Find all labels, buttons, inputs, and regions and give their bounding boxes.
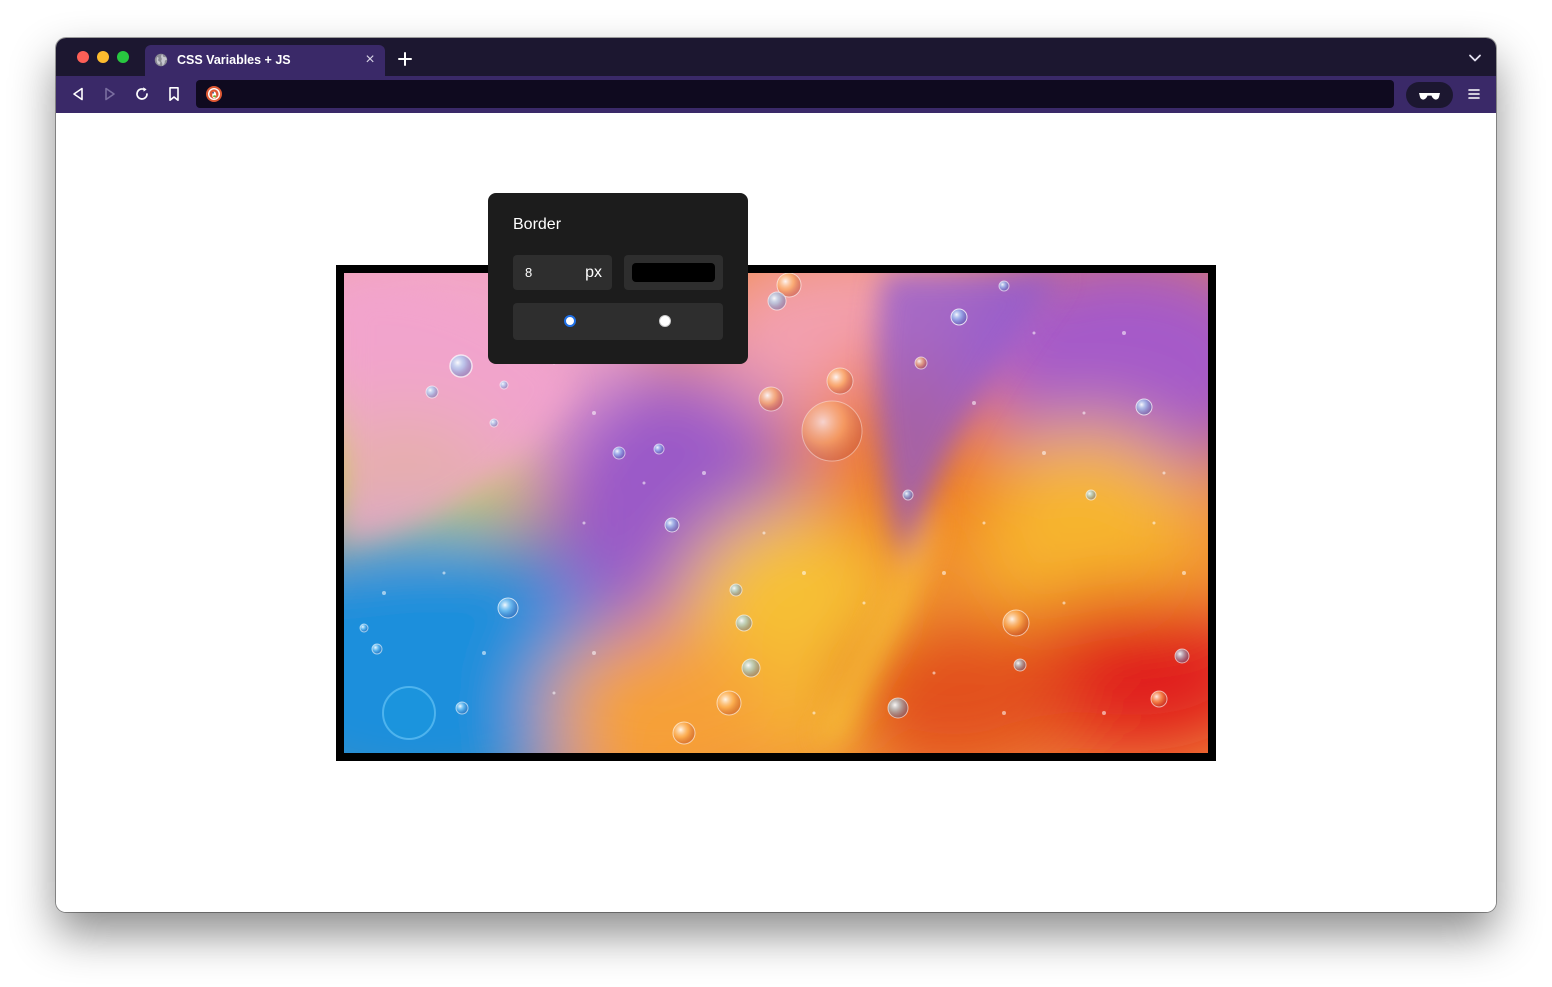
border-width-field: px — [513, 255, 612, 290]
plus-icon[interactable] — [395, 49, 415, 69]
close-tab-button[interactable]: × — [361, 51, 379, 69]
navigation-toolbar — [56, 76, 1496, 113]
extension-button[interactable] — [1406, 82, 1453, 108]
border-style-radio-1[interactable] — [564, 315, 576, 327]
tab-bar: CSS Variables + JS × — [56, 38, 1496, 76]
duckduckgo-icon — [206, 86, 222, 102]
tab-active[interactable]: CSS Variables + JS × — [145, 45, 385, 76]
zoom-window-button[interactable] — [117, 51, 129, 63]
border-style-options — [513, 303, 723, 340]
border-width-unit: px — [585, 264, 602, 281]
address-bar[interactable] — [196, 80, 1394, 108]
glasses-icon — [1419, 93, 1440, 100]
border-width-input[interactable] — [513, 255, 585, 290]
reload-icon[interactable] — [133, 85, 151, 103]
border-color-picker[interactable] — [624, 255, 723, 290]
oil-bubbles-image — [344, 273, 1208, 753]
page-content: Border px — [56, 113, 1496, 912]
close-window-button[interactable] — [77, 51, 89, 63]
popover-title: Border — [513, 216, 562, 233]
tab-title: CSS Variables + JS — [177, 53, 291, 67]
menu-icon[interactable] — [1466, 87, 1482, 101]
chevron-down-icon[interactable] — [1468, 52, 1482, 64]
globe-icon — [154, 53, 168, 67]
border-settings-popover: Border px — [488, 193, 748, 364]
browser-window: CSS Variables + JS × Border 8 px — [56, 38, 1496, 912]
abstract-photo — [336, 265, 1216, 761]
minimize-window-button[interactable] — [97, 51, 109, 63]
bookmark-icon[interactable] — [165, 85, 183, 103]
border-color-swatch — [632, 263, 715, 282]
back-icon[interactable] — [69, 85, 87, 103]
forward-icon[interactable] — [101, 85, 119, 103]
border-style-radio-2[interactable] — [659, 315, 671, 327]
